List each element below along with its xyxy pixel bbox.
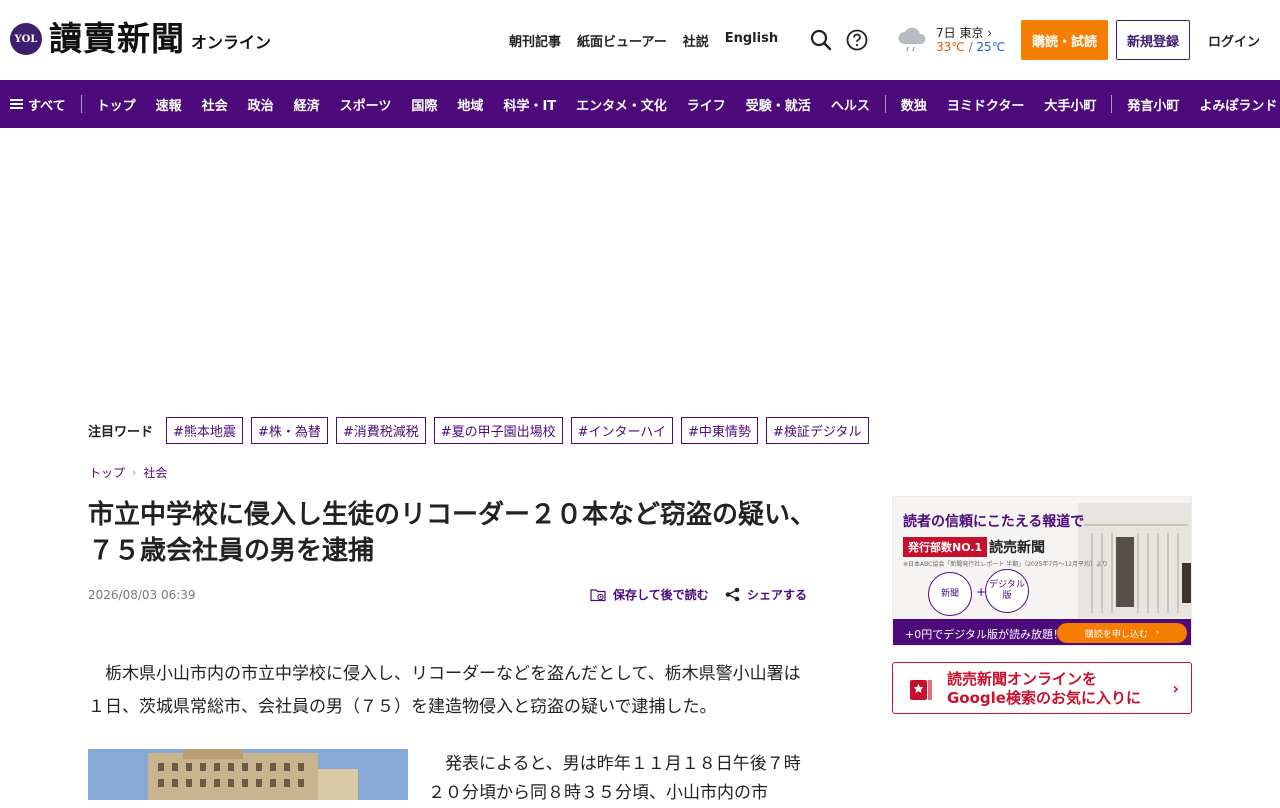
site-header: YOL 讀賣新聞 オンライン 朝刊記事 紙面ビューアー 社説 English 7… <box>0 0 1280 80</box>
google-banner-text: 読売新聞オンラインを Google検索のお気に入りに <box>947 670 1141 708</box>
breadcrumb-section[interactable]: 社会 <box>143 464 167 481</box>
ad-footnote: ※日本ABC協会「新聞発行社レポート 半期」（2025年7月〜12月平均）より <box>903 561 1108 568</box>
keyword-tag[interactable]: #熊本地震 <box>166 417 243 444</box>
keyword-tag[interactable]: #インターハイ <box>570 417 674 444</box>
logo-subtitle: オンライン <box>191 33 272 52</box>
keyword-tag[interactable]: #消費税減税 <box>335 417 426 444</box>
ad-apply-button[interactable]: 購読を申し込む › <box>1057 623 1187 643</box>
keyword-tag[interactable]: #検証デジタル <box>765 417 869 444</box>
trending-keywords-label: 注目ワード <box>88 425 154 440</box>
keyword-tag[interactable]: #中東情勢 <box>681 417 758 444</box>
article-date: 2026/08/03 06:39 <box>88 588 196 602</box>
nav-item-breaking[interactable]: 速報 <box>156 95 182 114</box>
nav-divider <box>1111 95 1113 113</box>
nav-item-politics[interactable]: 政治 <box>248 95 274 114</box>
nav-item-sudoku[interactable]: 数独 <box>901 95 927 114</box>
weather-widget[interactable]: 7日 東京 › 33℃ / 25℃ <box>896 24 1005 56</box>
ad-circle-digital: デジタル版 <box>985 569 1029 613</box>
nav-item-world[interactable]: 国際 <box>411 95 437 114</box>
weather-date-city: 7日 東京 <box>936 26 984 40</box>
article-lead: 栃木県小山市内の市立中学校に侵入し、リコーダーなどを盗んだとして、栃木県警小山署… <box>88 664 801 717</box>
chevron-right-icon: › <box>1172 679 1179 698</box>
bookmark-star-icon <box>910 680 932 700</box>
chevron-right-icon: › <box>1155 628 1160 638</box>
main-nav: すべて トップ 速報 社会 政治 経済 スポーツ 国際 地域 科学・IT エンタ… <box>0 80 1280 128</box>
ad-headline: 読者の信頼にこたえる報道で <box>903 514 1085 530</box>
cloud-rain-icon <box>898 27 926 52</box>
ad-bottom-text: +0円でデジタル版が読み放題！ <box>905 628 1064 641</box>
logo-badge: YOL <box>10 23 42 55</box>
temp-high: 33℃ <box>936 40 965 54</box>
temp-low: 25℃ <box>976 40 1006 54</box>
temp-separator: / <box>964 40 977 54</box>
subscribe-button[interactable]: 購読・試読 <box>1021 20 1108 60</box>
nav-item-society[interactable]: 社会 <box>202 95 228 114</box>
save-for-later-button[interactable]: 保存して後で読む <box>590 586 709 603</box>
link-morning-edition[interactable]: 朝刊記事 <box>509 31 561 50</box>
logo-name: 讀賣新聞 <box>49 19 185 58</box>
nav-all-menu[interactable]: すべて <box>10 95 66 114</box>
breadcrumb: トップ › 社会 <box>89 464 167 481</box>
nav-item-entertainment[interactable]: エンタメ・文化 <box>576 95 667 114</box>
help-icon[interactable] <box>845 28 869 52</box>
ad-paper-name: 読売新聞 <box>989 540 1045 556</box>
nav-item-science-it[interactable]: 科学・IT <box>503 95 556 114</box>
nav-item-yomipo-land[interactable]: よみぽランド <box>1199 95 1277 114</box>
keyword-tag[interactable]: #夏の甲子園出場校 <box>433 417 563 444</box>
share-icon <box>725 587 740 602</box>
nav-item-top[interactable]: トップ <box>97 95 136 114</box>
ad-apply-label: 購読を申し込む <box>1084 629 1148 640</box>
hamburger-icon <box>10 97 23 111</box>
nav-item-life[interactable]: ライフ <box>687 95 726 114</box>
folder-clock-icon <box>590 588 606 601</box>
google-banner-line2: Google検索のお気に入りに <box>947 689 1141 707</box>
share-button[interactable]: シェアする <box>725 586 807 603</box>
nav-item-otekomachi[interactable]: 大手小町 <box>1044 95 1096 114</box>
chevron-right-icon: › <box>987 26 993 40</box>
nav-item-education-jobs[interactable]: 受験・就活 <box>746 95 811 114</box>
keyword-tag[interactable]: #株・為替 <box>250 417 328 444</box>
google-favorite-banner[interactable]: 読売新聞オンラインを Google検索のお気に入りに › <box>892 662 1192 714</box>
google-banner-line1: 読売新聞オンラインを <box>947 670 1098 688</box>
nav-item-economy[interactable]: 経済 <box>294 95 320 114</box>
link-paper-viewer[interactable]: 紙面ビューアー <box>577 31 667 50</box>
ad-circle-newspaper: 新聞 <box>928 572 972 616</box>
breadcrumb-home[interactable]: トップ <box>89 464 125 481</box>
nav-item-health[interactable]: ヘルス <box>831 95 870 114</box>
nav-divider <box>884 95 886 113</box>
chevron-right-icon: › <box>132 466 137 479</box>
search-icon[interactable] <box>809 28 833 52</box>
article-body: 発表によると、男は昨年１１月１８日午後７時２０分頃から同８時３５分頃、小山市内の… <box>428 754 801 803</box>
trending-keywords: 注目ワード #熊本地震 #株・為替 #消費税減税 #夏の甲子園出場校 #インター… <box>88 417 877 444</box>
article-photo <box>88 749 408 800</box>
top-links: 朝刊記事 紙面ビューアー 社説 English <box>509 31 794 50</box>
nav-all-label: すべて <box>28 98 66 114</box>
nav-item-yomidr[interactable]: ヨミドクター <box>947 95 1024 114</box>
save-label: 保存して後で読む <box>613 588 709 602</box>
ad-bottom-bar: +0円でデジタル版が読み放題！ 購読を申し込む › <box>893 619 1191 645</box>
nav-item-sports[interactable]: スポーツ <box>340 95 392 114</box>
nav-item-local[interactable]: 地域 <box>457 95 483 114</box>
nav-divider <box>80 95 82 113</box>
subscription-ad[interactable]: 読者の信頼にこたえる報道で 発行部数NO.1 読売新聞 ※日本ABC協会「新聞発… <box>892 496 1192 646</box>
site-logo[interactable]: YOL 讀賣新聞 オンライン <box>10 20 271 58</box>
link-english[interactable]: English <box>725 31 778 50</box>
weather-temps: 33℃ / 25℃ <box>936 40 1005 54</box>
article-title: 市立中学校に侵入し生徒のリコーダー２０本など窃盗の疑い、７５歳会社員の男を逮捕 <box>88 500 817 566</box>
ad-no1-badge: 発行部数NO.1 <box>903 537 988 557</box>
nav-item-hatsugen-komachi[interactable]: 発言小町 <box>1127 95 1179 114</box>
register-button[interactable]: 新規登録 <box>1116 20 1190 60</box>
share-label: シェアする <box>747 588 808 602</box>
login-link[interactable]: ログイン <box>1208 31 1260 50</box>
link-editorial[interactable]: 社説 <box>683 31 709 50</box>
building-photo <box>88 749 408 800</box>
